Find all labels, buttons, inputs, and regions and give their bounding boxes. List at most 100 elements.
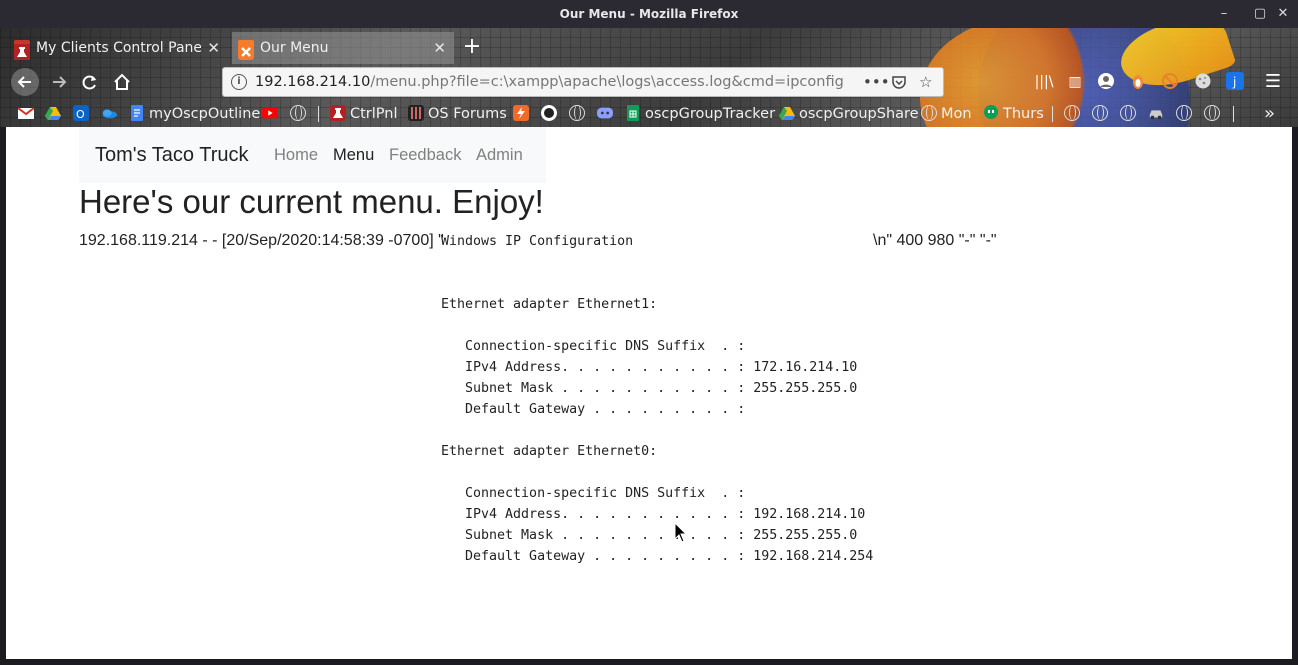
tab-label: My Clients Control Panel bbox=[36, 40, 201, 56]
tab-label: Our Menu bbox=[260, 40, 329, 56]
page-actions-icon[interactable]: ••• bbox=[863, 68, 890, 96]
library-icon[interactable]: |||\ bbox=[1034, 72, 1054, 92]
bookmark-os-forums[interactable]: OS Forums bbox=[408, 104, 507, 124]
cookie-icon[interactable] bbox=[1193, 72, 1213, 92]
minimize-button[interactable]: – bbox=[1214, 0, 1234, 28]
onedrive-icon bbox=[102, 109, 117, 119]
back-button[interactable] bbox=[11, 68, 39, 96]
bookmark-drive[interactable] bbox=[45, 104, 65, 124]
bookmark-myoscpoutline[interactable]: myOscpOutline bbox=[129, 104, 260, 124]
back-arrow-icon bbox=[17, 76, 31, 88]
hangouts-icon bbox=[984, 105, 998, 119]
window-titlebar: Our Menu - Mozilla Firefox bbox=[0, 0, 1298, 28]
red-lab-icon bbox=[14, 40, 30, 60]
log-entry-suffix: \n" 400 980 "-" "-" bbox=[873, 232, 997, 249]
forum-icon bbox=[408, 105, 424, 121]
bookmark-separator bbox=[1052, 106, 1053, 122]
globe-icon bbox=[921, 105, 937, 121]
youtube-icon bbox=[262, 107, 278, 119]
bookmark-globe-1[interactable] bbox=[290, 104, 306, 124]
tab-our-menu[interactable]: Our Menu ✕ bbox=[232, 32, 454, 64]
bookmark-oscpgroupshare[interactable]: oscpGroupShare bbox=[779, 104, 919, 124]
site-info-icon[interactable]: i bbox=[231, 74, 247, 90]
url-text[interactable]: 192.168.214.10/menu.php?file=c:\xampp\ap… bbox=[255, 68, 844, 96]
window-title: Our Menu - Mozilla Firefox bbox=[559, 7, 739, 21]
new-tab-button[interactable]: + bbox=[460, 32, 484, 64]
extension-j-icon[interactable]: j bbox=[1225, 72, 1245, 92]
bookmark-globe-7[interactable] bbox=[1204, 104, 1220, 124]
bookmark-outlook[interactable]: O bbox=[73, 104, 93, 124]
sheets-icon bbox=[627, 105, 639, 121]
globe-icon bbox=[1176, 105, 1192, 121]
outlook-icon: O bbox=[73, 105, 89, 121]
reload-button[interactable] bbox=[76, 68, 104, 96]
bookmark-globe-3[interactable] bbox=[1064, 104, 1080, 124]
bookmark-youtube[interactable] bbox=[262, 104, 282, 124]
gmail-icon bbox=[18, 107, 34, 119]
bookmark-bolt[interactable] bbox=[513, 104, 533, 124]
bookmark-car[interactable] bbox=[1148, 104, 1168, 124]
blocked-extension-icon[interactable] bbox=[1160, 72, 1180, 92]
site-navbar: Tom's Taco Truck Home Menu Feedback Admi… bbox=[79, 127, 546, 183]
hamburger-menu-icon[interactable]: ☰ bbox=[1263, 72, 1283, 92]
svg-text:j: j bbox=[1232, 75, 1236, 89]
globe-icon bbox=[1092, 105, 1108, 121]
reload-icon bbox=[82, 75, 96, 90]
bookmark-oscpgrouptracker[interactable]: oscpGroupTracker bbox=[625, 104, 775, 124]
red-lab-icon bbox=[330, 105, 346, 121]
bookmark-star-icon[interactable]: ☆ bbox=[919, 68, 932, 96]
bookmark-thurs[interactable]: Thurs bbox=[983, 104, 1044, 124]
forward-button[interactable] bbox=[45, 68, 73, 96]
xampp-icon bbox=[238, 40, 254, 60]
more-bookmarks-icon[interactable]: » bbox=[1264, 104, 1275, 124]
nav-home[interactable]: Home bbox=[274, 146, 318, 165]
car-icon bbox=[1149, 110, 1163, 120]
command-output: Windows IP Configuration Ethernet adapte… bbox=[441, 234, 874, 564]
sidebar-icon[interactable]: ▥ bbox=[1065, 72, 1085, 92]
pocket-icon[interactable] bbox=[891, 68, 907, 99]
bookmark-globe-4[interactable] bbox=[1092, 104, 1108, 124]
account-icon[interactable] bbox=[1096, 72, 1116, 92]
forward-arrow-icon bbox=[53, 76, 67, 88]
bookmark-separator bbox=[318, 106, 319, 122]
bookmark-gmail[interactable] bbox=[18, 104, 38, 124]
close-tab-icon[interactable]: ✕ bbox=[433, 32, 446, 64]
svg-text:O: O bbox=[76, 108, 85, 121]
bookmark-discord[interactable] bbox=[597, 104, 617, 124]
extension-fox-icon[interactable] bbox=[1128, 72, 1148, 92]
url-bar[interactable]: i 192.168.214.10/menu.php?file=c:\xampp\… bbox=[222, 67, 944, 97]
drive-icon bbox=[45, 107, 61, 120]
bolt-icon bbox=[513, 105, 529, 121]
github-icon bbox=[541, 105, 557, 121]
globe-icon bbox=[1120, 105, 1136, 121]
bookmark-ctrlpnl[interactable]: CtrlPnl bbox=[330, 104, 398, 124]
globe-icon bbox=[290, 105, 306, 121]
nav-admin[interactable]: Admin bbox=[476, 146, 523, 165]
globe-icon bbox=[1204, 105, 1220, 121]
web-page: Tom's Taco Truck Home Menu Feedback Admi… bbox=[6, 127, 1292, 659]
nav-feedback[interactable]: Feedback bbox=[389, 146, 461, 165]
bookmark-globe-6[interactable] bbox=[1176, 104, 1192, 124]
discord-icon bbox=[597, 107, 613, 119]
docs-icon bbox=[131, 105, 143, 121]
bookmark-mon[interactable]: Mon bbox=[921, 104, 972, 124]
close-tab-icon[interactable]: ✕ bbox=[207, 32, 220, 64]
close-window-button[interactable]: ✕ bbox=[1273, 0, 1293, 28]
site-brand[interactable]: Tom's Taco Truck bbox=[95, 144, 249, 167]
bookmark-globe-5[interactable] bbox=[1120, 104, 1136, 124]
nav-menu[interactable]: Menu bbox=[333, 146, 374, 165]
drive-icon bbox=[779, 107, 795, 120]
home-icon bbox=[114, 73, 130, 90]
maximize-button[interactable]: ▢ bbox=[1250, 0, 1270, 28]
log-entry-prefix: 192.168.119.214 - - [20/Sep/2020:14:58:3… bbox=[79, 232, 444, 249]
globe-icon bbox=[569, 105, 585, 121]
bookmark-onedrive[interactable] bbox=[101, 104, 121, 124]
browser-chrome: My Clients Control Panel ✕ Our Menu ✕ + … bbox=[0, 28, 1298, 127]
page-heading: Here's our current menu. Enjoy! bbox=[79, 183, 544, 220]
bookmark-separator bbox=[1233, 106, 1234, 122]
globe-icon bbox=[1064, 105, 1080, 121]
bookmark-globe-2[interactable] bbox=[569, 104, 585, 124]
tab-my-clients[interactable]: My Clients Control Panel ✕ bbox=[8, 32, 228, 64]
home-button[interactable] bbox=[108, 68, 136, 96]
bookmark-github[interactable] bbox=[541, 104, 561, 124]
